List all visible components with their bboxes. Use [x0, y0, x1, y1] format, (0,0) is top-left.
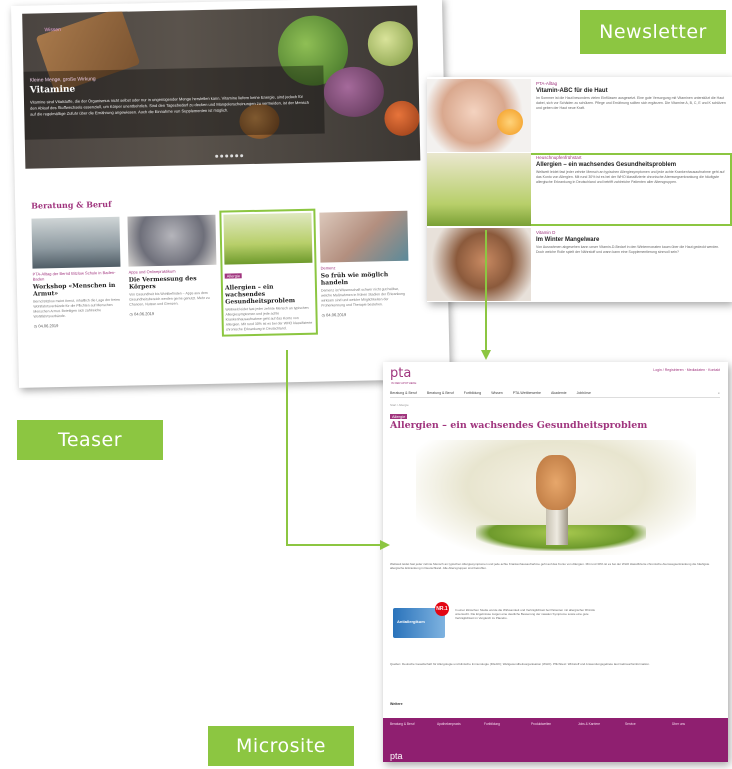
- microsite-tag: Microsite: [208, 726, 354, 766]
- arrow-head: [481, 350, 491, 360]
- teaser-to-microsite-connector: [286, 350, 380, 546]
- teaser-tag: Teaser: [17, 420, 163, 460]
- connector-arrows: [286, 230, 491, 550]
- arrow-head: [380, 540, 390, 550]
- newsletter-tag: Newsletter: [580, 10, 726, 54]
